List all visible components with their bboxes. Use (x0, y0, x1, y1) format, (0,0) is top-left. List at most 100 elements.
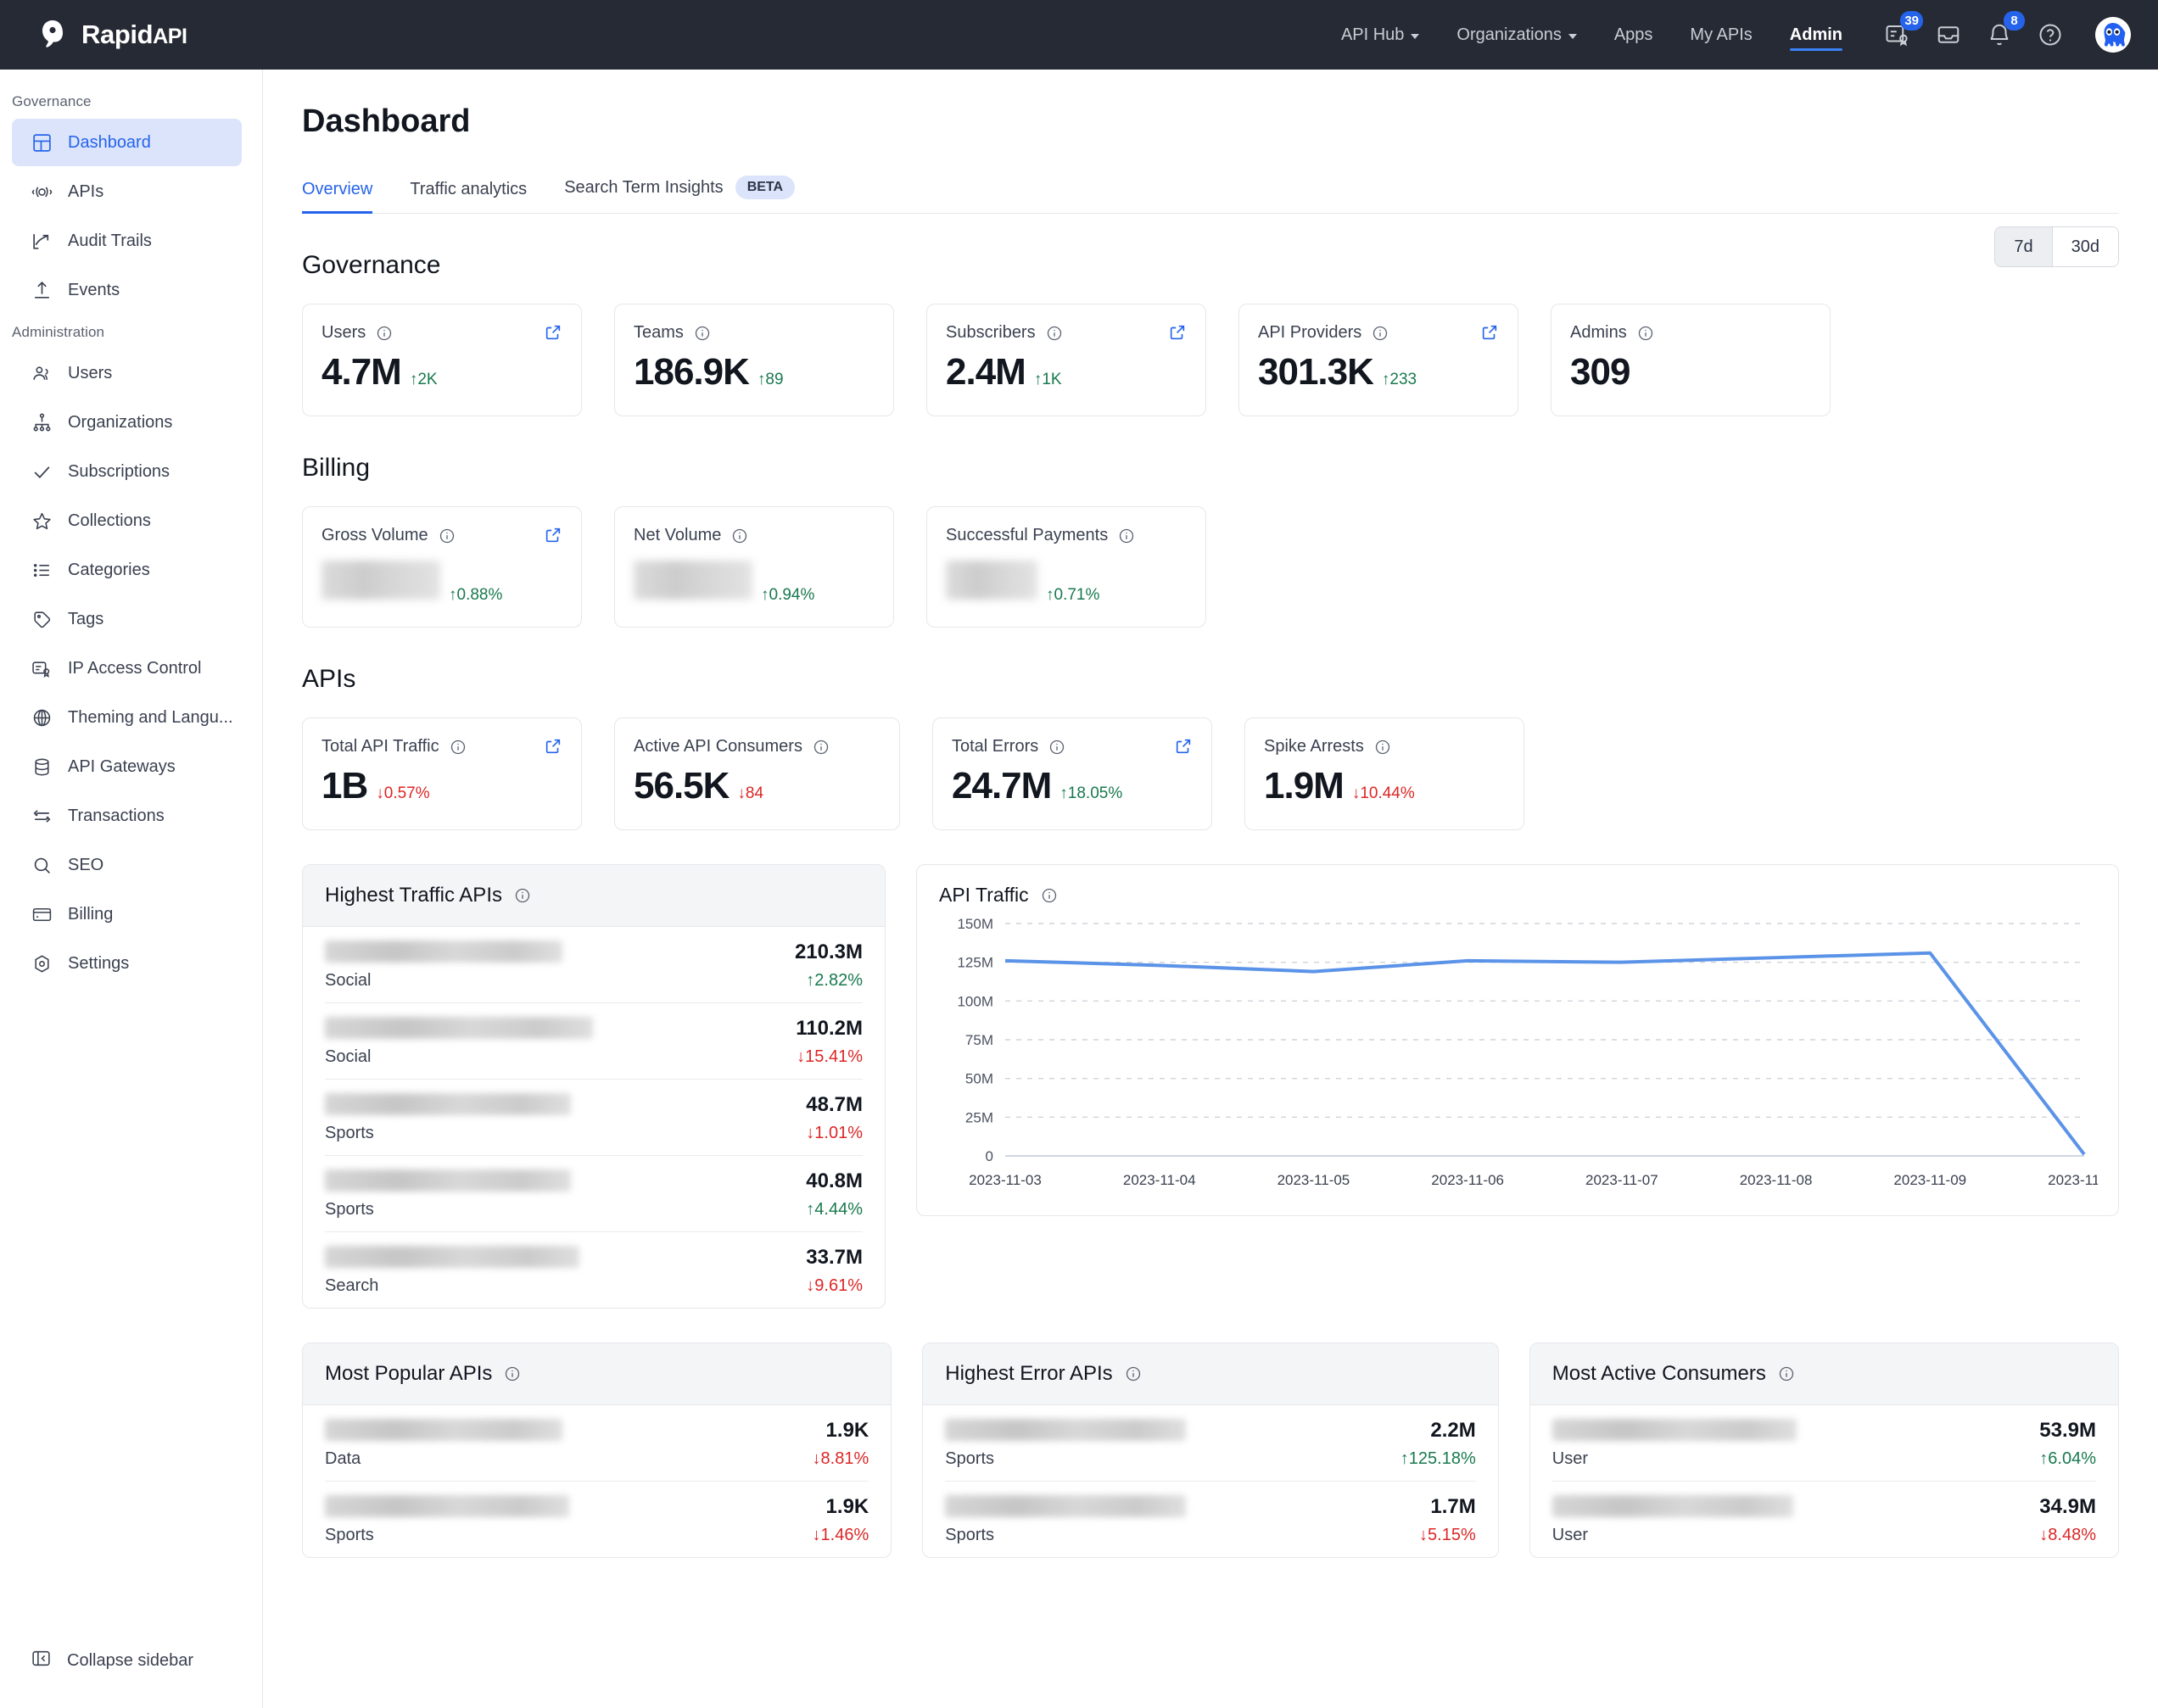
info-icon[interactable] (1372, 325, 1389, 342)
sidebar-item-settings[interactable]: Settings (12, 940, 242, 987)
info-icon[interactable] (376, 325, 393, 342)
certificate-badge-count: 39 (1900, 11, 1923, 31)
stat-card-subscribers[interactable]: Subscribers 2.4M ↑1K (926, 304, 1206, 416)
panel-most-popular-apis: Most Popular APIs Data 1.9K ↓8.81% Sports… (302, 1342, 892, 1558)
external-link-icon[interactable] (544, 323, 562, 342)
stat-card-admins[interactable]: Admins 309 (1551, 304, 1831, 416)
stat-card-gross-volume[interactable]: Gross Volume ↑0.88% (302, 506, 582, 628)
info-icon[interactable] (1046, 325, 1063, 342)
range-button-30d[interactable]: 30d (2051, 227, 2118, 266)
list-item[interactable]: Sports 1.7M ↓5.15% (945, 1482, 1476, 1557)
top-navigation-bar: RapidAPI API Hub Organizations Apps My A… (0, 0, 2158, 70)
sidebar-item-users[interactable]: Users (12, 349, 242, 397)
svg-text:2023-11-04: 2023-11-04 (1123, 1172, 1196, 1188)
help-circle-icon[interactable] (2036, 20, 2065, 49)
users-icon (31, 362, 53, 384)
list-item[interactable]: Sports 48.7M ↓1.01% (325, 1080, 863, 1156)
sidebar-item-organizations[interactable]: Organizations (12, 399, 242, 446)
sidebar-item-billing[interactable]: Billing (12, 890, 242, 938)
list-item[interactable]: User 34.9M ↓8.48% (1551, 1482, 2096, 1557)
sidebar-item-label: Settings (68, 953, 130, 973)
sidebar-item-label: Tags (68, 609, 104, 628)
info-icon[interactable] (694, 325, 711, 342)
info-icon[interactable] (1374, 739, 1391, 756)
info-icon[interactable] (813, 739, 830, 756)
list-item[interactable]: Sports 40.8M ↑4.44% (325, 1156, 863, 1232)
collapse-sidebar-button[interactable]: Collapse sidebar (12, 1638, 242, 1683)
topnav-item-organizations[interactable]: Organizations (1438, 0, 1595, 70)
info-icon[interactable] (439, 527, 456, 544)
info-icon[interactable] (1125, 1365, 1142, 1382)
sidebar-item-apis[interactable]: APIs (12, 168, 242, 215)
info-icon[interactable] (1118, 527, 1135, 544)
tab-traffic-analytics[interactable]: Traffic analytics (391, 180, 545, 213)
sidebar-item-theming-and-languages[interactable]: Theming and Langu... (12, 694, 242, 741)
stat-card-total-errors[interactable]: Total Errors 24.7M ↑18.05% (932, 717, 1212, 830)
info-icon[interactable] (1778, 1365, 1795, 1382)
info-icon[interactable] (514, 887, 531, 904)
brand-logo-link[interactable]: RapidAPI (36, 18, 187, 52)
sidebar-item-audit-trails[interactable]: Audit Trails (12, 217, 242, 265)
tab-search-term-insights[interactable]: Search Term Insights BETA (545, 176, 813, 213)
info-icon[interactable] (504, 1365, 521, 1382)
list-item[interactable]: Social 210.3M ↑2.82% (325, 927, 863, 1003)
stat-card-total-api-traffic[interactable]: Total API Traffic 1B ↓0.57% (302, 717, 582, 830)
sidebar-item-label: SEO (68, 855, 104, 874)
api-traffic-line-chart: 0 25M 50M 75M 100M 125M 150M 2023-11-03 2023-11-… (957, 916, 2098, 1188)
sidebar-item-subscriptions[interactable]: Subscriptions (12, 448, 242, 495)
inbox-icon[interactable] (1934, 20, 1963, 49)
sidebar-item-collections[interactable]: Collections (12, 497, 242, 544)
external-link-icon[interactable] (544, 526, 562, 544)
list-item[interactable]: Sports 2.2M ↑125.18% (945, 1405, 1476, 1482)
api-name-redacted (325, 1017, 593, 1039)
info-icon[interactable] (1041, 887, 1058, 904)
stat-card-successful-payments[interactable]: Successful Payments ↑0.71% (926, 506, 1206, 628)
info-icon[interactable] (1637, 325, 1654, 342)
bell-icon[interactable]: 8 (1985, 11, 2025, 49)
range-button-7d[interactable]: 7d (1995, 227, 2052, 266)
sidebar-item-transactions[interactable]: Transactions (12, 792, 242, 840)
stat-card-active-api-consumers[interactable]: Active API Consumers 56.5K ↓84 (614, 717, 900, 830)
list-item[interactable]: Search 33.7M ↓9.61% (325, 1232, 863, 1308)
topnav-item-apps[interactable]: Apps (1596, 0, 1672, 70)
topnav-item-admin[interactable]: Admin (1771, 0, 1861, 70)
card-delta: ↑2K (409, 371, 438, 388)
topnav-item-api-hub[interactable]: API Hub (1322, 0, 1438, 70)
external-link-icon[interactable] (1174, 737, 1193, 756)
sidebar-item-dashboard[interactable]: Dashboard (12, 119, 242, 166)
external-link-icon[interactable] (1168, 323, 1187, 342)
user-avatar[interactable] (2095, 17, 2131, 53)
api-value: 48.7M (806, 1093, 863, 1116)
stat-card-spike-arrests[interactable]: Spike Arrests 1.9M ↓10.44% (1244, 717, 1524, 830)
sidebar-item-api-gateways[interactable]: API Gateways (12, 743, 242, 790)
external-link-icon[interactable] (544, 737, 562, 756)
stat-card-net-volume[interactable]: Net Volume ↑0.94% (614, 506, 894, 628)
sidebar-item-seo[interactable]: SEO (12, 841, 242, 889)
stat-card-teams[interactable]: Teams 186.9K ↑89 (614, 304, 894, 416)
list-item[interactable]: Data 1.9K ↓8.81% (325, 1405, 869, 1482)
list-item[interactable]: Sports 1.9K ↓1.46% (325, 1482, 869, 1557)
sidebar-item-categories[interactable]: Categories (12, 546, 242, 594)
sidebar-item-events[interactable]: Events (12, 266, 242, 314)
info-icon[interactable] (1048, 739, 1065, 756)
list-item[interactable]: User 53.9M ↑6.04% (1551, 1405, 2096, 1482)
sidebar-item-ip-access-control[interactable]: IP Access Control (12, 645, 242, 692)
tab-label: Search Term Insights (564, 177, 724, 197)
list-item[interactable]: Social 110.2M ↓15.41% (325, 1003, 863, 1080)
external-link-icon[interactable] (1480, 323, 1499, 342)
info-icon[interactable] (450, 739, 467, 756)
api-category: Sports (945, 1449, 995, 1468)
panel-body: Data 1.9K ↓8.81% Sports 1.9K ↓1.46% (303, 1405, 891, 1557)
topnav-item-my-apis[interactable]: My APIs (1671, 0, 1770, 70)
bell-badge-count: 8 (2004, 11, 2025, 31)
tab-overview[interactable]: Overview (302, 180, 391, 214)
refresh-icon (31, 805, 53, 827)
stat-card-api-providers[interactable]: API Providers 301.3K ↑233 (1238, 304, 1518, 416)
certificate-icon[interactable]: 39 (1883, 11, 1923, 49)
stat-card-users[interactable]: Users 4.7M ↑2K (302, 304, 582, 416)
sidebar-item-tags[interactable]: Tags (12, 595, 242, 643)
info-icon[interactable] (731, 527, 748, 544)
panel-header: Most Popular APIs (303, 1343, 892, 1405)
panels-row-2: Most Popular APIs Data 1.9K ↓8.81% Sports… (302, 1342, 2119, 1558)
svg-text:2023-11-05: 2023-11-05 (1277, 1172, 1350, 1188)
